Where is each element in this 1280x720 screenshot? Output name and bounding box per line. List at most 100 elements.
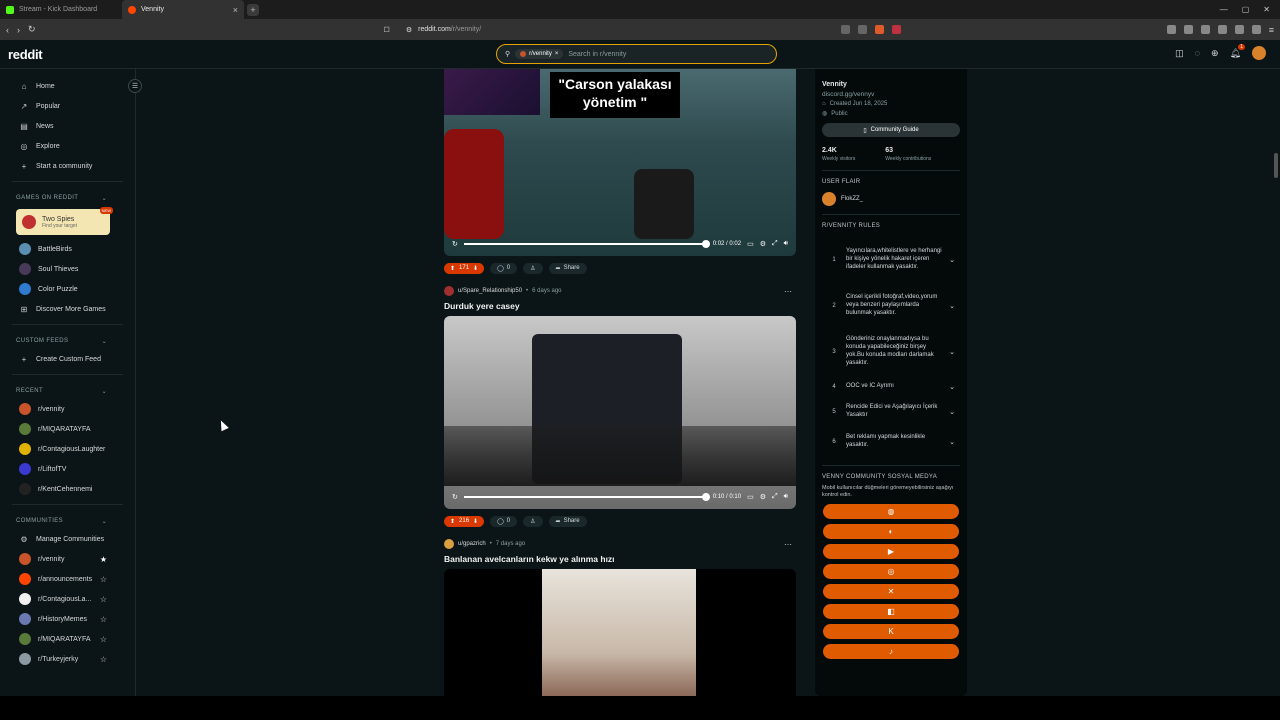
vote-control[interactable]: ⬆ 216 ⬇ <box>444 515 485 527</box>
community-item[interactable]: r/announcements ☆ <box>0 569 135 589</box>
sidebar-toggle-icon[interactable] <box>1200 25 1210 34</box>
social-website-button[interactable]: ◍ <box>823 503 959 519</box>
rule-item[interactable]: 4 OOC ve IC Ayrımı ⌄ <box>822 377 960 397</box>
social-twitch-button[interactable]: ◧ <box>823 603 959 619</box>
volume-icon[interactable]: 🔊︎ <box>784 240 788 248</box>
discover-more-games[interactable]: ⊞ Discover More Games <box>0 299 135 319</box>
star-outline-icon[interactable]: ☆ <box>100 655 107 664</box>
post-title[interactable]: Durduk yere casey <box>444 298 796 313</box>
custom-feeds-header[interactable]: CUSTOM FEEDS ⌄ <box>0 333 135 349</box>
community-link[interactable]: discord.gg/vennyv <box>822 91 960 98</box>
community-guide-button[interactable]: ▯ Community Guide <box>822 123 960 137</box>
community-item[interactable]: r/ContagiousLa... ☆ <box>0 589 135 609</box>
progress-knob[interactable] <box>701 493 710 501</box>
community-item[interactable]: r/Turkeyjerky ☆ <box>0 649 135 669</box>
fullscreen-icon[interactable]: ⤢ <box>772 240 778 248</box>
rule-item[interactable]: 1 Yayıncılara,whitelistlere ve herhangi b… <box>822 235 960 285</box>
progress-knob[interactable] <box>701 240 710 248</box>
nav-home[interactable]: ⌂ Home <box>0 76 135 96</box>
star-outline-icon[interactable]: ☆ <box>100 635 107 644</box>
video-progress[interactable] <box>463 240 710 248</box>
manage-communities[interactable]: ⚙ Manage Communities <box>0 529 135 549</box>
game-color-puzzle[interactable]: Color Puzzle <box>0 279 135 299</box>
comments-button[interactable]: ◯ 0 <box>490 262 518 274</box>
social-tiktok-button[interactable]: ♪ <box>823 643 959 659</box>
advertise-icon[interactable]: ◫ <box>1175 48 1184 59</box>
more-options-icon[interactable]: ⋯ <box>784 540 792 549</box>
nav-popular[interactable]: ↗ Popular <box>0 96 135 116</box>
share-icon[interactable] <box>857 25 867 34</box>
rule-item[interactable]: 2 Cinsel içerikli fotoğraf,video,yorum ve… <box>822 285 960 327</box>
star-filled-icon[interactable]: ★ <box>100 555 107 564</box>
scrollbar-thumb[interactable] <box>1274 153 1278 178</box>
game-soul-thieves[interactable]: Soul Thieves <box>0 259 135 279</box>
star-outline-icon[interactable]: ☆ <box>100 595 107 604</box>
social-x-button[interactable]: ✕ <box>823 583 959 599</box>
bookmark-icon[interactable]: ☐ <box>384 26 390 34</box>
recent-item[interactable]: r/LiftofTV <box>0 459 135 479</box>
search-input[interactable]: ⚲ r/vennity × Search in r/vennity <box>496 44 777 64</box>
site-info-icon[interactable]: ⚙ <box>406 26 412 34</box>
social-kick-button[interactable]: K <box>823 623 959 639</box>
star-outline-icon[interactable]: ☆ <box>100 575 107 584</box>
forward-icon[interactable]: › <box>17 25 20 35</box>
sidebar-collapse-button[interactable]: ☰ <box>128 79 142 93</box>
user-avatar[interactable] <box>444 286 454 296</box>
address-bar[interactable]: ☐ ⚙ reddit.com/r/vennity/ <box>384 26 482 34</box>
chat-icon[interactable]: ◌ <box>1195 48 1200 58</box>
rule-item[interactable]: 3 Gönderiniz onaylanmadıysa bu konuda yap… <box>822 327 960 377</box>
close-tab-icon[interactable]: × <box>233 5 238 15</box>
tab-kick-dashboard[interactable]: Stream - Kick Dashboard <box>0 0 122 19</box>
community-item[interactable]: r/HistoryMemes ☆ <box>0 609 135 629</box>
new-tab-button[interactable]: + <box>247 3 259 16</box>
vpn-icon[interactable] <box>1251 25 1261 34</box>
video-progress[interactable] <box>463 493 710 501</box>
subreddit-search-chip[interactable]: r/vennity × <box>515 49 564 59</box>
reload-icon[interactable]: ↻ <box>28 24 36 35</box>
post-title[interactable]: Banlanan avelcanların kekw ye alınma hız… <box>444 551 796 566</box>
close-window-icon[interactable]: ✕ <box>1263 5 1270 14</box>
nav-explore[interactable]: ◎ Explore <box>0 136 135 156</box>
user-avatar[interactable] <box>444 539 454 549</box>
recent-item[interactable]: r/vennity <box>0 399 135 419</box>
downvote-icon[interactable]: ⬇ <box>473 265 478 272</box>
rule-item[interactable]: 6 Bet reklamı yapmak kesinlikle yasaktır.… <box>822 427 960 457</box>
minimize-icon[interactable]: — <box>1220 5 1228 14</box>
award-button[interactable]: ♙ <box>523 262 543 274</box>
share-button[interactable]: ➦ Share <box>548 515 587 527</box>
post-author[interactable]: u/gpazrich <box>458 541 486 547</box>
tab-vennity[interactable]: Vennity × <box>122 0 244 19</box>
video-player[interactable]: "Carson yalakası yönetim " ↻ 0:02 / 0:02… <box>444 69 796 256</box>
captions-icon[interactable]: ▭ <box>747 493 754 501</box>
communities-header[interactable]: COMMUNITIES ⌄ <box>0 513 135 529</box>
video-player[interactable]: ↻ 0:10 / 0:10 ▭ ⚙ ⤢ 🔊︎ <box>444 316 796 509</box>
community-item[interactable]: r/MIQARATAYFA ☆ <box>0 629 135 649</box>
settings-icon[interactable]: ⚙ <box>760 240 766 248</box>
brave-shield-icon[interactable] <box>874 25 884 34</box>
wallet-icon[interactable] <box>1217 25 1227 34</box>
recent-item[interactable]: r/KentCehennemi <box>0 479 135 499</box>
leo-icon[interactable] <box>1234 25 1244 34</box>
share-button[interactable]: ➦ Share <box>548 262 587 274</box>
maximize-icon[interactable]: ▢ <box>1242 5 1250 14</box>
page-scrollbar[interactable] <box>1272 69 1280 696</box>
create-post-icon[interactable]: ⊕ <box>1211 48 1219 59</box>
captions-icon[interactable]: ▭ <box>747 240 754 248</box>
vote-control[interactable]: ⬆ 171 ⬇ <box>444 262 485 274</box>
fullscreen-icon[interactable]: ⤢ <box>772 493 778 501</box>
reddit-logo[interactable]: reddit <box>8 47 43 62</box>
post-author[interactable]: u/Spare_Relationship50 <box>458 288 522 294</box>
user-avatar[interactable] <box>1252 46 1266 60</box>
back-icon[interactable]: ‹ <box>6 25 9 35</box>
social-youtube-button[interactable]: ▶ <box>823 543 959 559</box>
recent-item[interactable]: r/MIQARATAYFA <box>0 419 135 439</box>
community-item[interactable]: r/vennity ★ <box>0 549 135 569</box>
menu-icon[interactable]: ≡ <box>1269 25 1274 35</box>
rule-item[interactable]: 5 Rencide Edici ve Aşağılayıcı İçerik Yas… <box>822 397 960 427</box>
award-button[interactable]: ♙ <box>523 515 543 527</box>
upvote-icon[interactable]: ⬆ <box>450 265 455 272</box>
games-section-header[interactable]: GAMES ON REDDIT ⌄ <box>0 190 135 206</box>
extension-icon[interactable] <box>1183 25 1193 34</box>
notifications-icon[interactable]: 🔔︎ 1 <box>1230 43 1245 59</box>
brave-rewards-icon[interactable] <box>891 25 901 34</box>
